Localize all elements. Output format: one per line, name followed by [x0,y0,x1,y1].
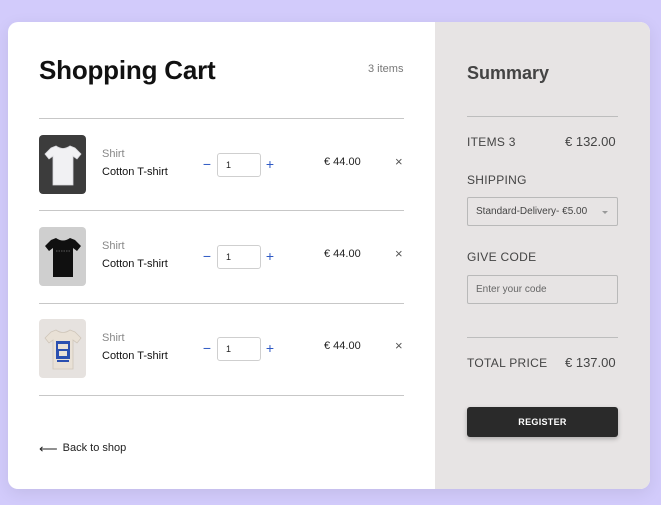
product-image-printed-tshirt [39,319,86,378]
cart-item: Shirt Cotton T-shirt − + € 44.00 × [39,135,404,195]
product-name: Cotton T-shirt [102,350,168,362]
divider [467,337,618,338]
product-name: Cotton T-shirt [102,166,168,178]
quantity-stepper: − + [201,337,276,361]
remove-item-button[interactable]: × [395,154,403,169]
cart-item: Shirt Cotton T-shirt − + € 44.00 × [39,227,404,287]
divider [39,210,404,211]
printed-tshirt-icon [43,329,82,369]
item-price: € 44.00 [324,248,361,260]
shipping-selected-value: Standard-Delivery- €5.00 [476,206,588,217]
product-image-black-tshirt [39,227,86,286]
item-price: € 44.00 [324,156,361,168]
items-subtotal: € 132.00 [565,134,616,149]
give-code-label: GIVE CODE [467,250,537,264]
quantity-stepper: − + [201,245,276,269]
remove-item-button[interactable]: × [395,338,403,353]
divider [39,395,404,396]
page-title: Shopping Cart [39,55,216,85]
item-price: € 44.00 [324,340,361,352]
quantity-stepper: − + [201,153,276,177]
decrease-quantity-button[interactable]: − [201,247,213,265]
decrease-quantity-button[interactable]: − [201,339,213,357]
shipping-label: SHIPPING [467,173,527,187]
product-name: Cotton T-shirt [102,258,168,270]
back-to-shop-label: Back to shop [62,442,127,454]
summary-panel: Summary ITEMS 3 € 132.00 SHIPPING Standa… [435,22,650,489]
chevron-down-icon [602,211,608,214]
total-price-label: TOTAL PRICE [467,356,548,370]
divider [39,118,404,119]
cart-item: Shirt Cotton T-shirt − + € 44.00 × [39,319,404,379]
increase-quantity-button[interactable]: + [264,155,276,173]
back-to-shop-link[interactable]: ⟵ Back to shop [39,440,127,456]
divider [467,116,618,117]
register-button[interactable]: REGISTER [467,407,618,437]
increase-quantity-button[interactable]: + [264,339,276,357]
cart-panel: Shopping Cart 3 items Shirt Cotton T-shi… [8,22,435,489]
product-category: Shirt [102,148,125,160]
quantity-input[interactable] [217,153,261,177]
increase-quantity-button[interactable]: + [264,247,276,265]
total-price-value: € 137.00 [565,355,616,370]
white-tshirt-icon [43,145,82,185]
quantity-input[interactable] [217,337,261,361]
product-category: Shirt [102,240,125,252]
product-category: Shirt [102,332,125,344]
promo-code-input[interactable] [467,275,618,304]
summary-title: Summary [467,63,550,83]
decrease-quantity-button[interactable]: − [201,155,213,173]
black-tshirt-icon [44,237,81,277]
remove-item-button[interactable]: × [395,246,403,261]
product-image-white-tshirt [39,135,86,194]
items-count: 3 items [368,63,404,75]
arrow-left-icon: ⟵ [39,440,58,456]
items-label: ITEMS 3 [467,135,516,149]
shipping-select[interactable]: Standard-Delivery- €5.00 [467,197,618,226]
quantity-input[interactable] [217,245,261,269]
divider [39,303,404,304]
cart-card: Shopping Cart 3 items Shirt Cotton T-shi… [8,22,650,489]
